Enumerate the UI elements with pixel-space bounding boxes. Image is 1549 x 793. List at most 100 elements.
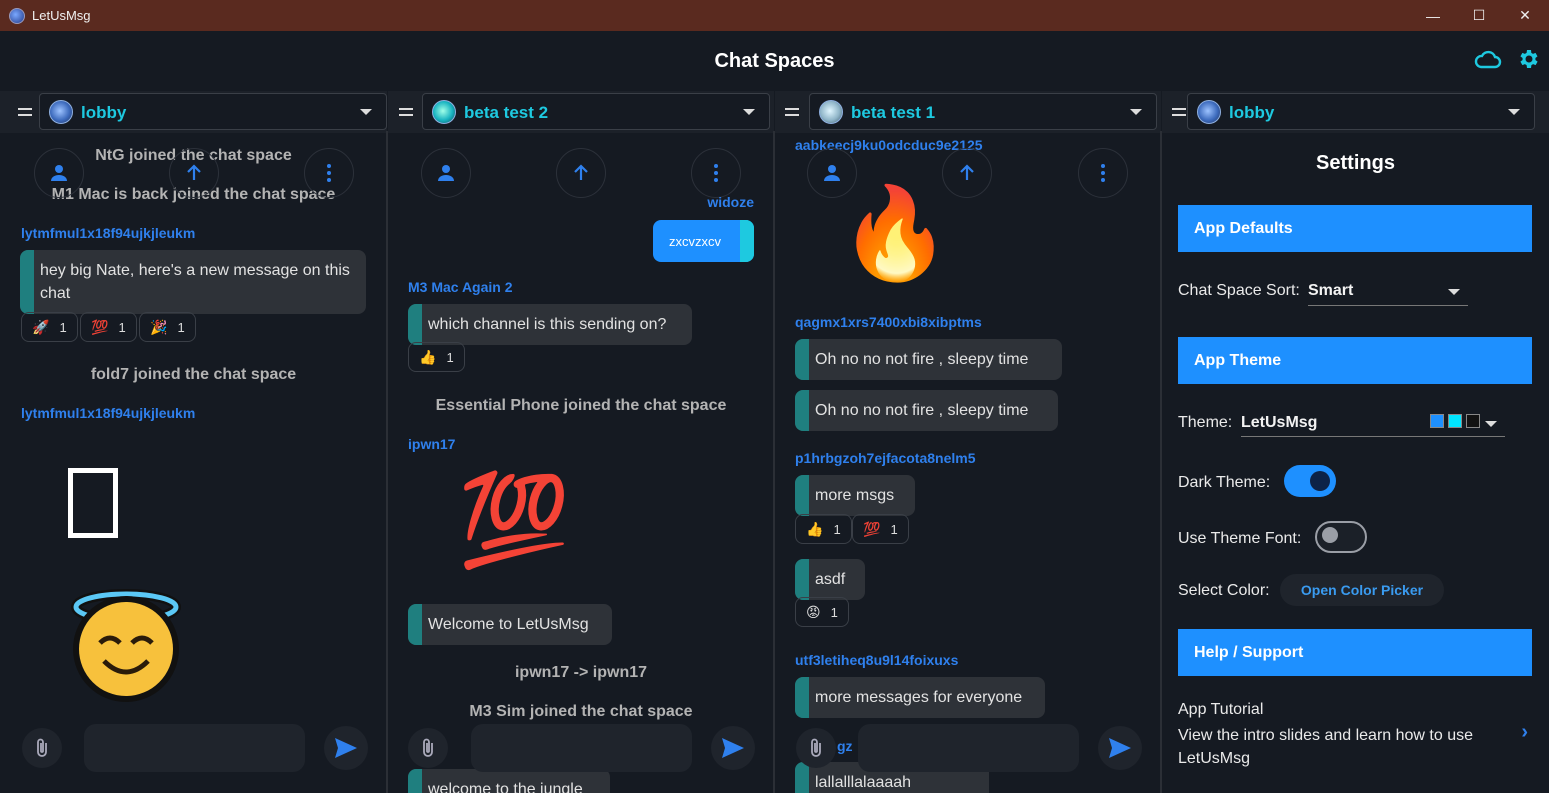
chevron-down-icon — [1508, 109, 1520, 115]
reaction-count: 1 — [830, 604, 838, 620]
message-username: lytmfmul1x18f94ujkjleukm — [21, 225, 196, 241]
tutorial-description: View the intro slides and learn how to u… — [1178, 727, 1473, 767]
maximize-button[interactable]: ☐ — [1456, 0, 1502, 31]
reaction-count: 1 — [890, 521, 898, 537]
message-bubble[interactable]: Welcome to LetUsMsg — [408, 604, 612, 645]
reaction-chip[interactable]: 💯 1 — [80, 312, 137, 342]
reaction-chip[interactable]: 🎉 1 — [139, 312, 196, 342]
space-selector[interactable]: beta test 2 — [422, 93, 770, 130]
halo-face-emoji-icon — [70, 583, 182, 708]
system-message: M3 Sim joined the chat space — [469, 703, 693, 720]
arrow-up-icon — [960, 164, 974, 180]
close-window-button[interactable]: ✕ — [1502, 0, 1548, 31]
page-title: Chat Spaces — [714, 50, 835, 72]
person-icon — [438, 165, 454, 181]
reaction-chip[interactable]: 👍 1 — [408, 342, 465, 372]
message-bubble[interactable]: more msgs — [795, 475, 915, 516]
column-header: lobby — [1162, 91, 1549, 133]
drag-handle-icon[interactable] — [1172, 108, 1186, 116]
theme-dropdown[interactable]: LetUsMsg — [1241, 414, 1505, 437]
message-bubble[interactable]: Oh no no not fire , sleepy time — [795, 390, 1058, 431]
drag-handle-icon[interactable] — [785, 108, 799, 116]
reaction-chip[interactable]: 🚀 1 — [21, 312, 78, 342]
message-text: Welcome to LetUsMsg — [428, 616, 589, 633]
profile-button[interactable] — [34, 148, 84, 198]
drag-handle-icon[interactable] — [18, 108, 32, 116]
message-text: asdf — [815, 571, 846, 588]
arrow-up-icon — [574, 164, 588, 180]
message-text: lallalllalaaaah — [815, 774, 912, 791]
theme-font-toggle[interactable] — [1315, 521, 1367, 553]
reaction-emoji: 😡 — [806, 603, 821, 620]
section-app-theme[interactable]: App Theme — [1178, 337, 1532, 384]
own-message-bubble[interactable]: zxcvzxcv — [653, 220, 754, 262]
arrow-up-icon — [187, 164, 201, 180]
reaction-emoji: 🚀 — [32, 318, 50, 335]
message-input[interactable] — [84, 724, 305, 772]
theme-color-swatch — [1466, 414, 1480, 428]
more-options-button[interactable] — [1078, 148, 1128, 198]
gear-icon[interactable] — [1516, 47, 1542, 73]
space-avatar — [819, 100, 843, 124]
reaction-count: 1 — [59, 319, 67, 335]
reaction-chip[interactable]: 💯 1 — [852, 514, 909, 544]
message-input[interactable] — [471, 724, 692, 772]
sort-dropdown[interactable]: Smart — [1308, 282, 1468, 306]
chat-column-3: beta test 1 aabkeecj9ku0odcduc9e2125 🔥 q… — [775, 91, 1161, 793]
message-text: hey big Nate, here's a new message on th… — [40, 262, 350, 302]
dark-theme-toggle[interactable] — [1284, 465, 1336, 497]
send-button[interactable] — [711, 726, 755, 770]
reaction-count: 1 — [177, 319, 185, 335]
space-avatar — [49, 100, 73, 124]
cloud-icon[interactable] — [1474, 47, 1502, 73]
window-title: LetUsMsg — [32, 8, 91, 23]
reaction-emoji: 👍 — [419, 348, 437, 365]
scroll-up-button[interactable] — [556, 148, 606, 198]
theme-color-swatch — [1430, 414, 1444, 428]
missing-glyph-icon — [68, 468, 118, 538]
app-header: Chat Spaces — [0, 31, 1549, 91]
space-name: lobby — [81, 103, 127, 122]
message-input[interactable] — [858, 724, 1079, 772]
system-message: ipwn17 -> ipwn17 — [514, 664, 648, 681]
more-options-button[interactable] — [304, 148, 354, 198]
space-avatar — [432, 100, 456, 124]
theme-value: LetUsMsg — [1241, 414, 1318, 431]
reaction-count: 1 — [446, 349, 454, 365]
scroll-up-button[interactable] — [169, 148, 219, 198]
space-selector[interactable]: beta test 1 — [809, 93, 1157, 130]
hundred-points-emoji-icon: 💯 — [458, 471, 571, 571]
app-logo-icon — [9, 7, 25, 24]
reaction-chip[interactable]: 👍 1 — [795, 514, 852, 544]
space-selector[interactable]: lobby — [39, 93, 387, 130]
space-name: lobby — [1229, 103, 1275, 122]
attach-button[interactable] — [408, 728, 448, 768]
app-tutorial-item[interactable]: App Tutorial View the intro slides and l… — [1178, 701, 1532, 771]
reaction-emoji: 👍 — [806, 520, 824, 537]
message-bubble[interactable]: hey big Nate, here's a new message on th… — [20, 250, 366, 314]
message-bubble[interactable]: more messages for everyone — [795, 677, 1045, 718]
send-button[interactable] — [1098, 726, 1142, 770]
send-button[interactable] — [324, 726, 368, 770]
more-vert-icon — [327, 164, 331, 182]
more-options-button[interactable] — [691, 148, 741, 198]
section-help-support[interactable]: Help / Support — [1178, 629, 1532, 676]
message-text: more msgs — [815, 487, 895, 504]
section-app-defaults[interactable]: App Defaults — [1178, 205, 1532, 252]
message-text: zxcvzxcv — [669, 233, 721, 249]
profile-button[interactable] — [421, 148, 471, 198]
message-bubble[interactable]: which channel is this sending on? — [408, 304, 692, 345]
reaction-chip[interactable]: 😡 1 — [795, 597, 849, 627]
minimize-button[interactable]: — — [1410, 0, 1456, 31]
message-text: more messages for everyone — [815, 689, 1023, 706]
message-bubble[interactable]: welcome to the jungle — [408, 769, 610, 793]
message-username: ipwn17 — [408, 436, 456, 452]
attach-button[interactable] — [22, 728, 62, 768]
open-color-picker-button[interactable]: Open Color Picker — [1280, 574, 1444, 606]
message-bubble[interactable]: asdf — [795, 559, 865, 600]
attach-button[interactable] — [796, 728, 836, 768]
space-selector[interactable]: lobby — [1187, 93, 1535, 130]
drag-handle-icon[interactable] — [399, 108, 413, 116]
reaction-emoji: 💯 — [91, 318, 109, 335]
message-bubble[interactable]: Oh no no not fire , sleepy time — [795, 339, 1062, 380]
